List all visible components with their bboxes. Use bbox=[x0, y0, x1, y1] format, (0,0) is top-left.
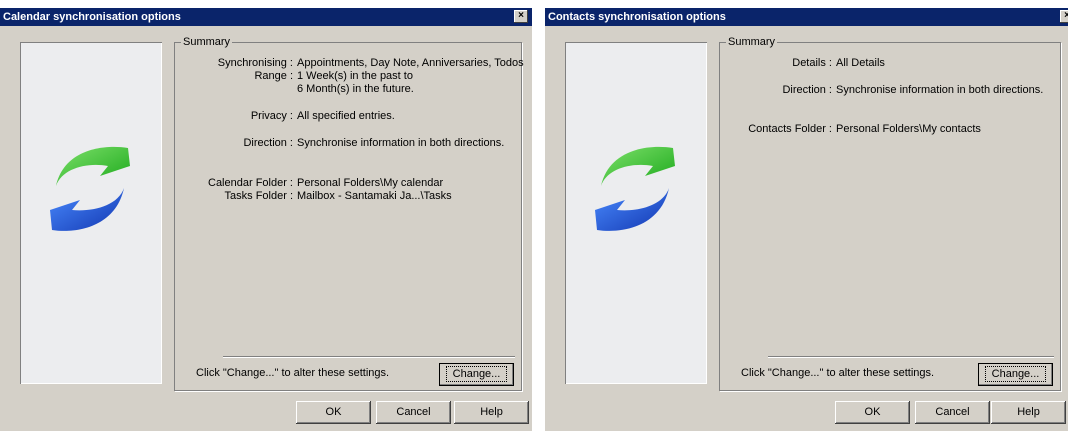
summary-row-calendar-folder: Calendar Folder : Personal Folders\My ca… bbox=[175, 177, 521, 190]
help-button-label: Help bbox=[480, 406, 503, 418]
change-hint: Click "Change..." to alter these setting… bbox=[741, 367, 935, 379]
summary-label: Range : bbox=[254, 70, 293, 82]
help-button[interactable]: Help bbox=[991, 401, 1066, 424]
summary-value: Appointments, Day Note, Anniversaries, T… bbox=[297, 57, 524, 69]
summary-row-details: Details : All Details bbox=[720, 57, 1060, 70]
cancel-button[interactable]: Cancel bbox=[915, 401, 990, 424]
summary-row-direction: Direction : Synchronise information in b… bbox=[175, 137, 521, 150]
summary-separator bbox=[223, 356, 515, 358]
cancel-button[interactable]: Cancel bbox=[376, 401, 451, 424]
calendar-dialog-titlebar[interactable]: Calendar synchronisation options × bbox=[0, 8, 532, 26]
summary-row-contacts-folder: Contacts Folder : Personal Folders\My co… bbox=[720, 123, 1060, 136]
change-hint: Click "Change..." to alter these setting… bbox=[196, 367, 390, 379]
contacts-dialog-titlebar[interactable]: Contacts synchronisation options × bbox=[545, 8, 1068, 26]
summary-value: Mailbox - Santamaki Ja...\Tasks bbox=[297, 190, 452, 202]
summary-label: Privacy : bbox=[250, 110, 293, 122]
summary-row-tasks-folder: Tasks Folder : Mailbox - Santamaki Ja...… bbox=[175, 190, 521, 203]
summary-label: Contacts Folder : bbox=[748, 123, 832, 135]
summary-group: Summary Details : All Details Direction … bbox=[719, 36, 1061, 391]
close-icon[interactable]: × bbox=[514, 10, 528, 23]
sync-arrows-icon bbox=[50, 146, 130, 231]
side-panel bbox=[565, 42, 707, 384]
sync-arrows-icon bbox=[595, 146, 675, 231]
contacts-sync-dialog: Contacts synchronisation options × Summa… bbox=[545, 8, 1068, 431]
summary-row-privacy: Privacy : All specified entries. bbox=[175, 110, 521, 123]
summary-row-range: Range : 1 Week(s) in the past to bbox=[175, 70, 521, 83]
change-button-label: Change... bbox=[984, 366, 1047, 382]
summary-label: Direction : bbox=[782, 84, 832, 96]
summary-label: Tasks Folder : bbox=[224, 190, 293, 202]
summary-label: Calendar Folder : bbox=[208, 177, 293, 189]
change-button[interactable]: Change... bbox=[439, 363, 514, 386]
calendar-sync-dialog: Calendar synchronisation options × Summa… bbox=[0, 8, 532, 431]
summary-label: Direction : bbox=[243, 137, 293, 149]
help-button[interactable]: Help bbox=[454, 401, 529, 424]
summary-value: Synchronise information in both directio… bbox=[297, 137, 505, 149]
summary-value: 6 Month(s) in the future. bbox=[297, 83, 414, 95]
summary-value: All Details bbox=[836, 57, 885, 69]
ok-button[interactable]: OK bbox=[296, 401, 371, 424]
close-icon[interactable]: × bbox=[1060, 10, 1068, 23]
cancel-button-label: Cancel bbox=[396, 406, 431, 418]
summary-label: Synchronising : bbox=[217, 57, 293, 69]
summary-row-direction: Direction : Synchronise information in b… bbox=[720, 84, 1060, 97]
summary-value: Personal Folders\My contacts bbox=[836, 123, 981, 135]
change-button-label: Change... bbox=[445, 366, 508, 382]
summary-value: 1 Week(s) in the past to bbox=[297, 70, 413, 82]
summary-row-range-cont: 6 Month(s) in the future. bbox=[175, 83, 521, 96]
ok-button[interactable]: OK bbox=[835, 401, 910, 424]
summary-group-title: Summary bbox=[726, 36, 778, 48]
summary-separator bbox=[768, 356, 1054, 358]
ok-button-label: OK bbox=[864, 406, 881, 418]
summary-label: Details : bbox=[792, 57, 832, 69]
summary-value: All specified entries. bbox=[297, 110, 395, 122]
ok-button-label: OK bbox=[325, 406, 342, 418]
contacts-dialog-title: Contacts synchronisation options bbox=[548, 11, 726, 23]
calendar-dialog-title: Calendar synchronisation options bbox=[3, 11, 181, 23]
summary-value: Synchronise information in both directio… bbox=[836, 84, 1044, 96]
summary-group: Summary Synchronising : Appointments, Da… bbox=[174, 36, 524, 391]
summary-group-title: Summary bbox=[181, 36, 233, 48]
summary-value: Personal Folders\My calendar bbox=[297, 177, 444, 189]
side-panel bbox=[20, 42, 162, 384]
change-button[interactable]: Change... bbox=[978, 363, 1053, 386]
summary-row-synchronising: Synchronising : Appointments, Day Note, … bbox=[175, 57, 524, 70]
help-button-label: Help bbox=[1017, 406, 1040, 418]
cancel-button-label: Cancel bbox=[935, 406, 970, 418]
